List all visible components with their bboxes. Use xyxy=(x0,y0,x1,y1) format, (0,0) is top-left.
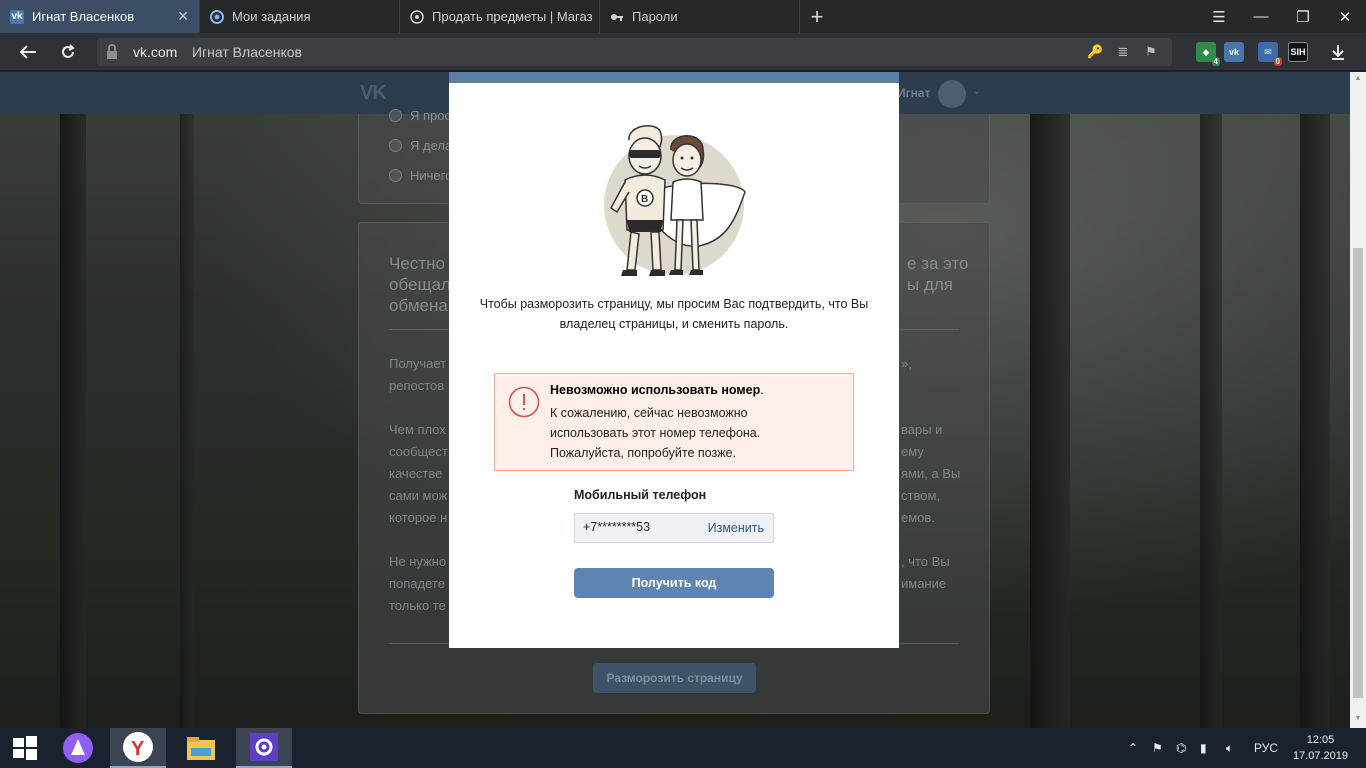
tab-passwords[interactable]: Пароли xyxy=(600,0,800,33)
scroll-down-icon[interactable]: ▼ xyxy=(1353,715,1363,725)
phone-label: Мобильный телефон xyxy=(574,488,707,502)
new-tab-button[interactable]: + xyxy=(800,0,834,33)
url-page-title: Игнат Власенков xyxy=(192,44,302,60)
settings-gear-icon[interactable] xyxy=(236,728,292,768)
flag-icon[interactable]: ⚑ xyxy=(1152,728,1163,768)
error-text: К сожалению, сейчас невозможно использов… xyxy=(550,406,761,460)
superhero-illustration: B xyxy=(604,125,746,276)
error-title: Невозможно использовать номер. xyxy=(550,383,764,397)
tab-tasks[interactable]: Мои задания xyxy=(200,0,400,33)
lock-icon[interactable] xyxy=(103,43,121,61)
menu-icon[interactable]: ☰ xyxy=(1198,0,1240,33)
tree-trunk xyxy=(1300,114,1330,728)
svg-text:Y: Y xyxy=(131,738,145,760)
close-icon[interactable]: ✕ xyxy=(177,8,189,25)
battery-icon[interactable]: ▮ xyxy=(1200,728,1207,768)
vk-icon: vk xyxy=(10,9,24,24)
yandex-browser-icon[interactable]: Y xyxy=(110,728,166,768)
error-message-box: Невозможно использовать номер. К сожален… xyxy=(494,373,854,471)
tree-trunk xyxy=(1200,114,1222,728)
steam-icon xyxy=(410,9,424,24)
url-domain: vk.com xyxy=(133,44,178,60)
tray-chevron-icon[interactable]: ⌃ xyxy=(1128,728,1138,768)
card-heading-tail: е за это ы для xyxy=(907,254,969,294)
chevron-down-icon[interactable]: ⌄ xyxy=(972,84,981,97)
reload-icon[interactable] xyxy=(54,39,82,65)
windows-start-icon[interactable] xyxy=(0,728,50,768)
get-code-button[interactable]: Получить код xyxy=(574,568,774,598)
svg-text:B: B xyxy=(641,194,648,205)
modal-description: Чтобы разморозить страницу, мы просим Ва… xyxy=(479,297,869,331)
phone-field: +7********53 Изменить xyxy=(574,513,774,543)
tab-label: Мои задания xyxy=(232,9,311,24)
sih-ext-icon[interactable]: SIH xyxy=(1288,42,1308,62)
tab-label: Пароли xyxy=(632,9,678,24)
close-window-icon[interactable]: ✕ xyxy=(1324,0,1366,33)
tree-trunk xyxy=(60,114,86,728)
language-indicator[interactable]: РУС xyxy=(1254,728,1278,768)
key-icon xyxy=(610,10,624,24)
tree-trunk xyxy=(180,114,194,728)
tab-market[interactable]: Продать предметы | Магаз xyxy=(400,0,600,33)
back-icon[interactable] xyxy=(14,39,42,65)
download-icon[interactable] xyxy=(1324,39,1352,65)
task-icon xyxy=(210,9,224,24)
modal-header-band xyxy=(449,72,899,83)
card-paragraph: Получает репостов xyxy=(389,356,447,393)
file-explorer-icon[interactable] xyxy=(173,728,229,768)
bookmark-icon[interactable]: ⚑ xyxy=(1143,44,1159,60)
avatar[interactable] xyxy=(938,80,966,108)
vk-ext-icon[interactable]: vk xyxy=(1224,42,1244,62)
volume-icon[interactable]: 🔈︎ xyxy=(1226,728,1233,768)
header-user-name[interactable]: Игнат xyxy=(897,86,930,100)
scroll-thumb[interactable] xyxy=(1353,248,1363,698)
tab-vk[interactable]: vk Игнат Власенков ✕ xyxy=(0,0,200,33)
network-icon[interactable]: ⌬ xyxy=(1176,728,1186,768)
card-paragraph-tail: вары и ему ями, а Вы ством, емов. xyxy=(901,422,961,525)
key-manager-icon[interactable]: 🔑 xyxy=(1087,44,1103,60)
reader-icon[interactable]: ≣ xyxy=(1115,44,1131,60)
card-paragraph: Чем плох сообщест качестве сами мож кото… xyxy=(389,422,448,525)
card-paragraph-tail: », xyxy=(901,356,912,371)
clock[interactable]: 12:05 17.07.2019 xyxy=(1293,732,1348,764)
card-paragraph: Не нужно попадете только те xyxy=(389,554,447,613)
unfreeze-modal: B Чтобы разморозить страницу, мы просим … xyxy=(449,72,899,648)
scroll-up-icon[interactable]: ▲ xyxy=(1353,75,1363,85)
url-field[interactable]: vk.com Игнат Власенков 🔑 ≣ ⚑ xyxy=(97,38,1172,66)
tab-label: Игнат Власенков xyxy=(32,9,135,24)
mail-ext-icon[interactable]: ✉ 0 xyxy=(1258,42,1282,66)
restore-icon[interactable]: ❐ xyxy=(1282,0,1324,33)
vk-logo-icon[interactable]: VK xyxy=(360,82,387,105)
shield-ext-icon[interactable]: ◆ 4 xyxy=(1196,42,1220,66)
minimize-icon[interactable]: — xyxy=(1240,0,1282,33)
page-scrollbar[interactable]: ▲ ▼ xyxy=(1350,72,1366,728)
unfreeze-page-button[interactable]: Разморозить страницу xyxy=(593,663,756,693)
change-phone-link[interactable]: Изменить xyxy=(708,521,764,535)
browser-tabbar: vk Игнат Власенков ✕ Мои задания Продать… xyxy=(0,0,1366,33)
tab-label: Продать предметы | Магаз xyxy=(432,9,593,24)
address-bar: vk.com Игнат Власенков 🔑 ≣ ⚑ ◆ 4 vk ✉ 0 SI… xyxy=(0,33,1366,71)
alice-icon[interactable] xyxy=(50,728,106,768)
warning-icon xyxy=(508,386,540,418)
windows-taskbar: Y ⌃ ⚑ ⌬ ▮ 🔈︎ РУС 12:05 17.07.2019 xyxy=(0,728,1366,768)
card-paragraph-tail: , что Вы имание xyxy=(901,554,950,591)
tree-trunk xyxy=(1030,114,1070,728)
phone-value: +7********53 xyxy=(583,520,651,534)
card-heading: Честно обещал обмена xyxy=(389,254,451,315)
window-controls: ☰ — ❐ ✕ xyxy=(1198,0,1366,33)
